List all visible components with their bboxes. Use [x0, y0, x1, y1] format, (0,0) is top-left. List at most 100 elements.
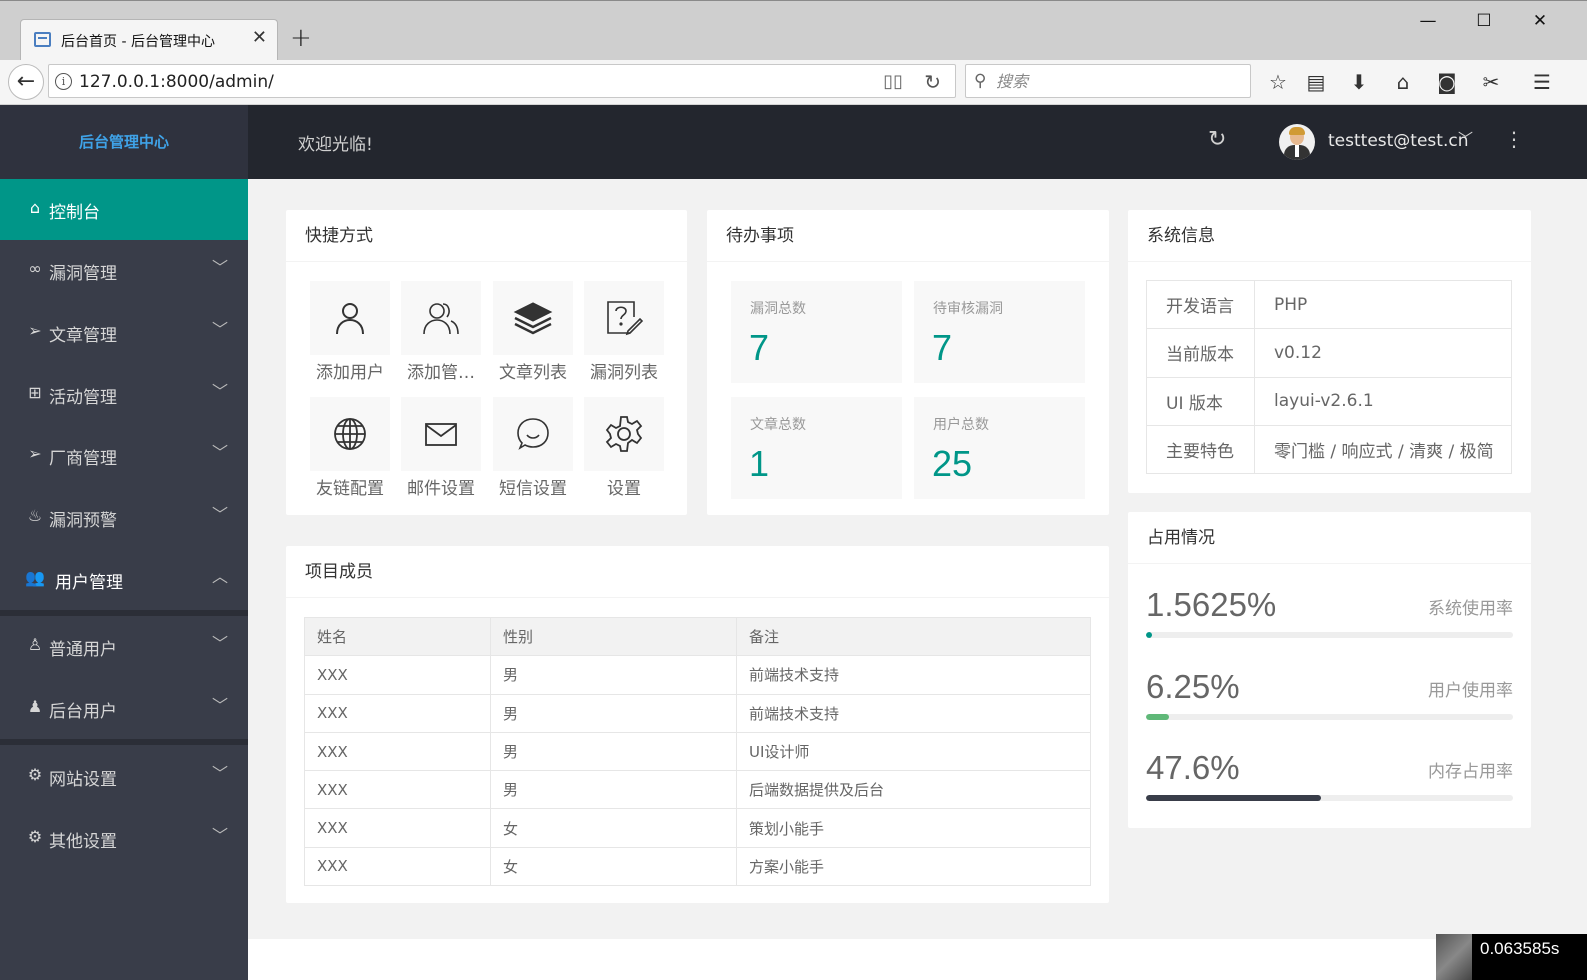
chevron-down-icon: ﹀: [211, 258, 228, 277]
timer-value: 0.063585s: [1480, 939, 1560, 958]
sidebar-item-site-settings[interactable]: ⚙ 网站设置 ﹀: [0, 746, 248, 807]
usage-label: 用户使用率: [1428, 681, 1513, 701]
sidebar: 后台管理中心 ⌂ 控制台 ∞ 漏洞管理 ﹀ ➢ 文章管理 ﹀ ⊞ 活动管理 ﹀ …: [0, 105, 248, 980]
cell-gender: 男: [490, 693, 737, 733]
cell-gender: 男: [490, 770, 737, 810]
table-row: 当前版本 v0.12: [1146, 328, 1512, 378]
chevron-down-icon: ﹀: [211, 634, 228, 653]
sidebar-item-vuln-alert[interactable]: ♨ 漏洞预警 ﹀: [0, 487, 248, 548]
sidebar-item-label: 漏洞预警: [49, 511, 117, 531]
url-text[interactable]: 127.0.0.1:8000/admin/: [79, 72, 274, 92]
maximize-button[interactable]: ☐: [1464, 7, 1504, 35]
sidebar-item-user-management[interactable]: 👥 用户管理 ︿: [0, 549, 248, 610]
stat-pending-vulns[interactable]: 待审核漏洞 7: [914, 281, 1085, 383]
cell-name: XXX: [304, 655, 491, 695]
column-header: 姓名: [304, 616, 491, 657]
send-icon: ➢: [28, 444, 42, 463]
back-button[interactable]: ←: [8, 64, 44, 100]
stat-total-users[interactable]: 用户总数 25: [914, 397, 1085, 499]
info-key: 主要特色: [1146, 424, 1255, 475]
table-row: 开发语言 PHP: [1146, 279, 1512, 330]
card-title: 占用情况: [1128, 512, 1531, 564]
card-title: 快捷方式: [286, 210, 687, 262]
refresh-icon[interactable]: ↻: [1208, 127, 1226, 152]
users-icon: 👥: [25, 568, 45, 587]
shortcut-sms-settings[interactable]: 短信设置: [493, 397, 573, 499]
avatar[interactable]: [1279, 124, 1315, 160]
new-tab-button[interactable]: +: [290, 25, 312, 51]
window-close-button[interactable]: ✕: [1520, 7, 1560, 35]
shortcut-add-admin[interactable]: 添加管…: [401, 281, 481, 383]
stat-total-articles[interactable]: 文章总数 1: [731, 397, 902, 499]
sidebar-item-label: 漏洞管理: [49, 264, 117, 284]
cell-name: XXX: [304, 731, 491, 772]
sidebar-item-activity-management[interactable]: ⊞ 活动管理 ﹀: [0, 364, 248, 425]
sidebar-item-label: 普通用户: [49, 640, 117, 660]
usage-label: 系统使用率: [1428, 599, 1513, 619]
tab-title: 后台首页 - 后台管理中心: [61, 34, 215, 50]
shortcut-label: 短信设置: [499, 479, 567, 499]
sidebar-item-label: 活动管理: [49, 388, 117, 408]
members-table: 姓名 性别 备注 XXX 男前端技术支持 XXX 男前端技术支持 XXX 男 UI设计师…: [304, 616, 1091, 887]
shortcut-mail-settings[interactable]: 邮件设置: [401, 397, 481, 499]
chevron-down-icon: ﹀: [211, 764, 228, 783]
sidebar-item-article-management[interactable]: ➢ 文章管理 ﹀: [0, 302, 248, 363]
close-tab-icon[interactable]: ✕: [252, 28, 267, 48]
debug-timer[interactable]: 0.063585s: [1436, 934, 1587, 980]
chevron-down-icon: ﹀: [211, 382, 228, 401]
cell-note: 前端技术支持: [736, 693, 1091, 733]
usage-label: 内存占用率: [1428, 762, 1513, 782]
table-row: XXX 女策划小能手: [304, 808, 1091, 848]
chat-icon: [517, 418, 549, 450]
search-input[interactable]: [996, 65, 1246, 97]
minimize-button[interactable]: —: [1408, 7, 1448, 35]
menu-icon[interactable]: ☰: [1528, 68, 1556, 96]
user-email[interactable]: testtest@test.cn: [1328, 131, 1468, 151]
sidebar-item-other-settings[interactable]: ⚙ 其他设置 ﹀: [0, 808, 248, 869]
cell-name: XXX: [304, 808, 491, 848]
shortcut-link-config[interactable]: 友链配置: [310, 397, 390, 499]
bookmark-star-icon[interactable]: ☆: [1264, 68, 1292, 96]
more-vertical-icon[interactable]: ⋮: [1504, 127, 1524, 151]
gear-icon: ⚙: [27, 827, 43, 846]
progress-fill: [1146, 632, 1152, 638]
cell-note: 前端技术支持: [736, 655, 1091, 695]
sidebar-item-label: 后台用户: [49, 702, 117, 722]
cell-note: 方案小能手: [736, 846, 1091, 887]
reload-icon[interactable]: ↻: [924, 70, 941, 94]
shortcut-vuln-list[interactable]: 漏洞列表: [584, 281, 664, 383]
sidebar-item-normal-users[interactable]: ♙ 普通用户 ﹀: [0, 616, 248, 677]
chevron-down-icon[interactable]: ﹀: [1458, 128, 1473, 149]
top-header: 欢迎光临! ↻ testtest@test.cn ﹀ ⋮: [248, 105, 1587, 179]
sidebar-item-vendor-management[interactable]: ➢ 厂商管理 ﹀: [0, 425, 248, 486]
cell-gender: 女: [490, 846, 737, 887]
browser-tab[interactable]: 后台首页 - 后台管理中心 ✕: [20, 19, 278, 61]
sidebar-item-dashboard[interactable]: ⌂ 控制台: [0, 179, 248, 240]
sidebar-item-vuln-management[interactable]: ∞ 漏洞管理 ﹀: [0, 240, 248, 301]
browser-navbar: ← i 127.0.0.1:8000/admin/ ▯▯ ↻ ⚲ ☆ ▤ ⬇ ⌂…: [0, 60, 1587, 105]
pocket-icon[interactable]: ◙: [1433, 68, 1461, 96]
bookmarks-list-icon[interactable]: ▤: [1302, 68, 1330, 96]
chevron-down-icon: ﹀: [211, 505, 228, 524]
site-info-icon[interactable]: i: [55, 73, 72, 90]
stat-total-vulns[interactable]: 漏洞总数 7: [731, 281, 902, 383]
sidebar-logo[interactable]: 后台管理中心: [0, 105, 248, 179]
search-bar[interactable]: ⚲: [965, 64, 1251, 98]
shortcut-label: 邮件设置: [407, 479, 475, 499]
footer: [248, 939, 1587, 980]
shortcut-add-user[interactable]: 添加用户: [310, 281, 390, 383]
reader-view-icon[interactable]: ▯▯: [883, 71, 903, 92]
home-button-icon[interactable]: ⌂: [1389, 68, 1417, 96]
screenshot-icon[interactable]: ✂: [1477, 68, 1505, 96]
info-key: UI 版本: [1146, 376, 1255, 426]
user-outline-icon: ♙: [27, 635, 43, 654]
chevron-down-icon: ﹀: [211, 320, 228, 339]
card-title: 系统信息: [1128, 210, 1531, 262]
shortcut-settings[interactable]: 设置: [584, 397, 664, 499]
shortcut-article-list[interactable]: 文章列表: [493, 281, 573, 383]
info-value: v0.12: [1254, 328, 1512, 378]
shortcut-label: 漏洞列表: [590, 363, 658, 383]
sidebar-item-admin-users[interactable]: ♟ 后台用户 ﹀: [0, 678, 248, 739]
address-bar[interactable]: i 127.0.0.1:8000/admin/ ▯▯ ↻: [48, 64, 956, 98]
download-icon[interactable]: ⬇: [1345, 68, 1373, 96]
